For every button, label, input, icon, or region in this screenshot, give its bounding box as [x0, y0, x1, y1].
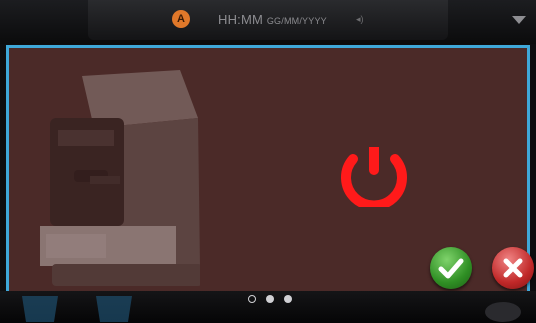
cup-icon: [485, 302, 521, 322]
cup-icon: [96, 296, 132, 322]
page-indicator-dot[interactable]: [266, 295, 274, 303]
date-display: GG/MM/YYYY: [266, 16, 327, 26]
confirm-button[interactable]: [430, 247, 472, 289]
page-indicator-dot[interactable]: [248, 295, 256, 303]
power-icon: [341, 147, 407, 207]
check-icon: [438, 258, 464, 279]
cancel-button[interactable]: [492, 247, 534, 289]
page-indicator-dot[interactable]: [284, 295, 292, 303]
dropdown-menu-icon[interactable]: [512, 16, 526, 24]
speaker-icon[interactable]: ◂): [356, 14, 364, 25]
clock: HH:MM GG/MM/YYYY: [218, 12, 327, 27]
coffee-machine-image: [40, 70, 200, 286]
warning-icon[interactable]: A: [172, 10, 190, 28]
time-display: HH:MM: [218, 12, 264, 27]
cup-icon: [22, 296, 58, 322]
x-icon: [503, 258, 523, 278]
